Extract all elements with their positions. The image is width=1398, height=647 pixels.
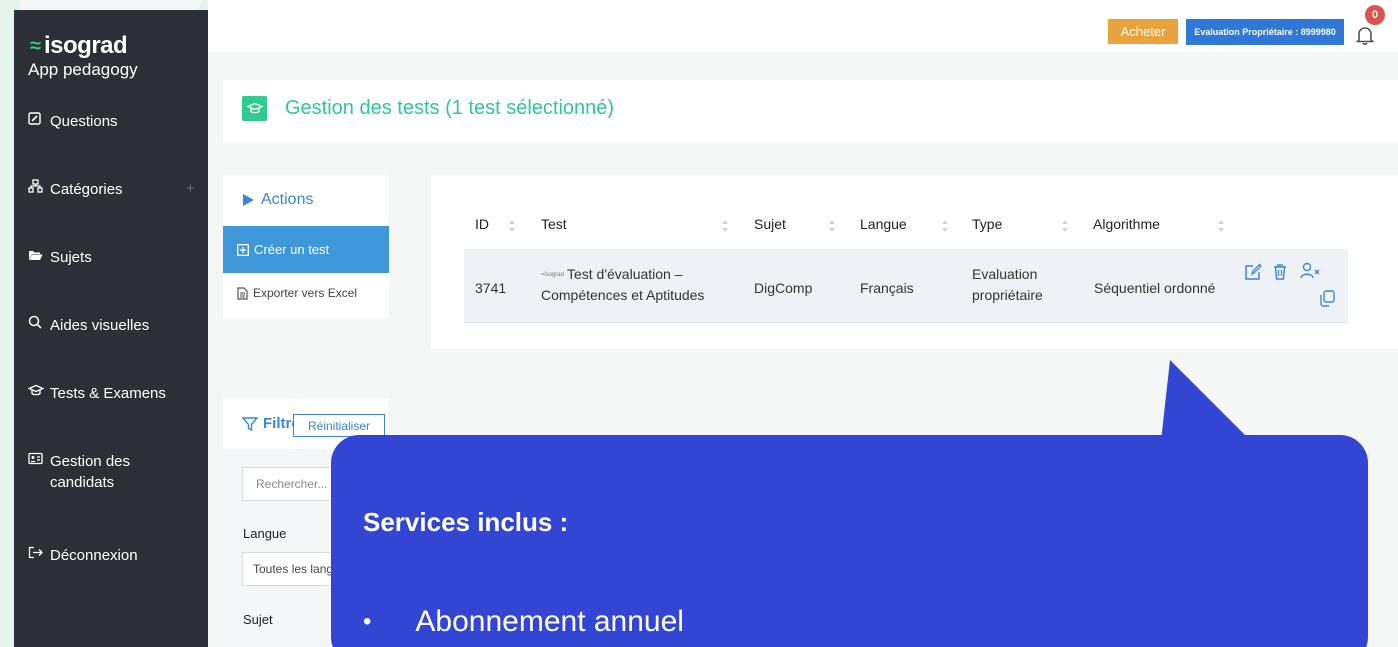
tooltip-item-label: Abonnement annuel xyxy=(415,605,684,638)
tooltip-title: Services inclus : xyxy=(363,507,569,537)
cell-type-line1: Evaluation xyxy=(972,266,1038,282)
export-excel-label: Exporter vers Excel xyxy=(253,286,358,300)
cell-test-line2: Compétences et Aptitudes xyxy=(541,287,705,303)
cell-type-line2: propriétaire xyxy=(972,287,1043,303)
sidebar-item-label: Questions xyxy=(50,113,118,130)
cell-type: Evaluation propriétaire xyxy=(972,264,1043,306)
top-bar: Acheter Evaluation Propriétaire : 899998… xyxy=(208,0,1398,52)
actions-header-label: Actions xyxy=(261,191,314,208)
graduation-cap-icon xyxy=(242,96,267,121)
sort-arrows-icon[interactable] xyxy=(721,219,729,233)
cell-algorithme: Séquentiel ordonné xyxy=(1094,280,1216,296)
sort-arrows-icon[interactable] xyxy=(508,219,516,233)
sidebar-item-categories[interactable]: Catégories xyxy=(28,179,198,200)
sidebar-item-label: Déconnexion xyxy=(50,547,138,564)
sort-arrows-icon[interactable] xyxy=(828,219,836,233)
folder-open-icon xyxy=(28,247,46,267)
sidebar-item-aides-visuelles[interactable]: Aides visuelles xyxy=(28,315,198,336)
notification-count-badge: 0 xyxy=(1365,5,1385,25)
services-tooltip: Services inclus : • Abonnement annuel xyxy=(331,435,1368,647)
id-card-icon xyxy=(28,451,46,471)
app-name: App pedagogy xyxy=(28,60,138,79)
sidebar-item-gestion-candidats[interactable]: Gestion des candidats xyxy=(28,451,198,493)
export-excel-link[interactable]: Exporter vers Excel xyxy=(237,286,357,300)
tooltip-list-item: • Abonnement annuel xyxy=(363,605,684,639)
column-header-langue[interactable]: Langue xyxy=(860,216,907,232)
search-icon xyxy=(28,315,46,335)
bullet-icon: • xyxy=(363,608,372,635)
actions-header[interactable]: Actions xyxy=(241,191,313,209)
sidebar-item-label: Catégories xyxy=(50,181,123,198)
cell-sujet: DigComp xyxy=(754,280,813,296)
edit-icon[interactable] xyxy=(1244,263,1262,281)
play-triangle-icon xyxy=(243,194,254,206)
cell-test-line1: Test d'évaluation – xyxy=(566,266,683,282)
sitemap-icon xyxy=(28,179,46,199)
trash-icon[interactable] xyxy=(1271,263,1289,281)
sort-arrows-icon[interactable] xyxy=(1061,219,1069,233)
sidebar-item-label: Tests & Examens xyxy=(50,385,166,402)
sujet-label: Sujet xyxy=(243,612,273,627)
plus-square-icon xyxy=(237,243,249,256)
table-row[interactable]: 3741 ≈isograd Test d'évaluation – Compéte… xyxy=(464,249,1348,323)
sidebar-item-questions[interactable]: Questions xyxy=(28,111,198,132)
remove-user-icon[interactable] xyxy=(1300,262,1320,280)
sidebar-item-sujets[interactable]: Sujets xyxy=(28,247,198,268)
page-title-card: Gestion des tests (1 test sélectionné) xyxy=(223,80,1398,142)
tests-table-card: ID Test Sujet Langue Type Algorithme 374… xyxy=(431,175,1398,349)
bell-icon[interactable] xyxy=(1354,24,1376,46)
copy-icon[interactable] xyxy=(1318,289,1336,307)
sidebar-item-tests-examens[interactable]: Tests & Examens xyxy=(27,383,198,404)
sidebar: ≈ isograd App pedagogy Questions Catégor… xyxy=(14,10,208,647)
reset-filters-button[interactable]: Réinitialiser xyxy=(293,414,385,437)
column-header-id[interactable]: ID xyxy=(475,216,489,232)
filter-funnel-icon xyxy=(242,416,258,431)
edit-square-icon xyxy=(28,111,46,131)
cell-langue: Français xyxy=(860,280,914,296)
sidebar-item-label: Aides visuelles xyxy=(50,317,150,334)
graduation-cap-icon xyxy=(27,383,46,403)
sidebar-item-deconnexion[interactable]: Déconnexion xyxy=(28,545,198,566)
column-header-sujet[interactable]: Sujet xyxy=(754,216,786,232)
evaluation-badge-button[interactable]: Evaluation Propriétaire : 8999980 xyxy=(1186,19,1344,45)
column-header-test[interactable]: Test xyxy=(541,216,567,232)
cell-test: ≈isograd Test d'évaluation – Compétences … xyxy=(541,264,741,306)
logo-mark-icon: ≈ xyxy=(30,34,41,57)
langue-label: Langue xyxy=(243,526,287,541)
page-title: Gestion des tests (1 test sélectionné) xyxy=(285,97,615,119)
file-icon xyxy=(237,286,248,300)
sort-arrows-icon[interactable] xyxy=(1217,219,1225,233)
sort-arrows-icon[interactable] xyxy=(941,219,949,233)
sign-out-icon xyxy=(28,545,46,565)
sidebar-item-label: Sujets xyxy=(50,249,92,266)
column-header-algorithme[interactable]: Algorithme xyxy=(1093,216,1160,232)
create-test-button[interactable]: Créer un test xyxy=(223,226,389,273)
column-header-type[interactable]: Type xyxy=(972,216,1002,232)
cell-id: 3741 xyxy=(475,280,507,296)
buy-button[interactable]: Acheter xyxy=(1108,19,1178,44)
isograd-small-logo: ≈isograd xyxy=(541,271,564,278)
sidebar-item-label: Gestion des candidats xyxy=(49,453,130,491)
actions-panel: Actions Créer un test Exporter vers Exce… xyxy=(223,175,389,318)
isograd-logo[interactable]: ≈ isograd xyxy=(30,32,128,60)
expand-plus-icon[interactable]: + xyxy=(186,180,195,197)
create-test-label: Créer un test xyxy=(254,242,330,257)
logo-text: isograd xyxy=(43,32,128,59)
